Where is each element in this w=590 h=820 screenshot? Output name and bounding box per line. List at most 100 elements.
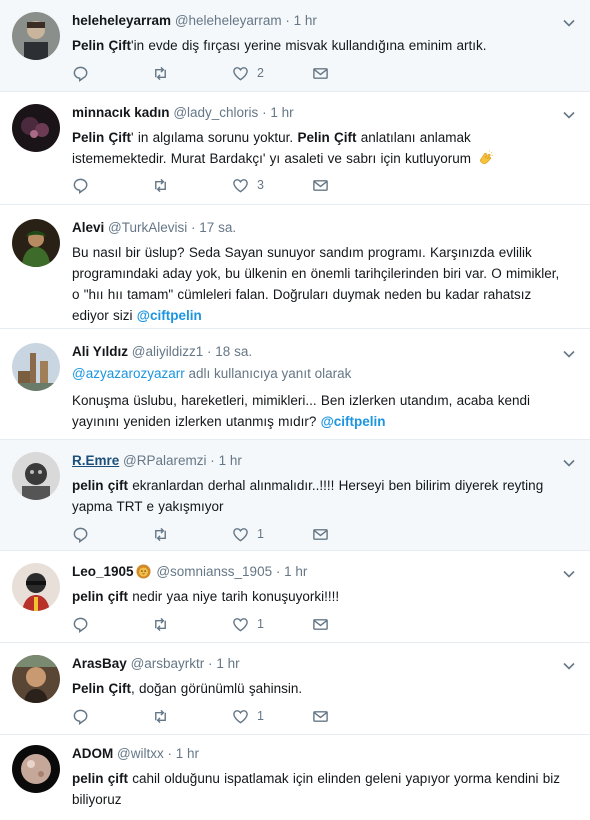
chevron-down-icon[interactable] — [562, 567, 576, 581]
tweet-item[interactable]: Alevi @TurkAlevisi · 17 sa. Bu nasıl bir… — [0, 205, 590, 329]
retweet-button[interactable] — [152, 65, 232, 82]
separator: · — [167, 746, 172, 761]
direct-message-button[interactable] — [312, 708, 392, 725]
user-handle[interactable]: @somnianss_1905 — [156, 564, 272, 579]
timestamp[interactable]: 1 hr — [176, 746, 199, 761]
tweet-item[interactable]: Ali Yıldız @aliyildizz1 · 18 sa. @azyaza… — [0, 329, 590, 440]
text-segment: 'in evde diş fırçası yerine misvak kulla… — [131, 38, 487, 53]
user-handle[interactable]: @lady_chloris — [173, 105, 258, 120]
like-button[interactable]: 2 — [232, 65, 312, 82]
chevron-down-icon[interactable] — [562, 108, 576, 122]
timestamp[interactable]: 1 hr — [216, 656, 239, 671]
tweet-item[interactable]: ADOM @wiltxx · 1 hr pelin çift cahil old… — [0, 735, 590, 820]
like-button[interactable]: 3 — [232, 177, 312, 194]
display-name[interactable]: ADOM — [72, 746, 113, 761]
avatar[interactable] — [12, 563, 60, 611]
tweet-text: pelin çift ekranlardan derhal alınmalıdı… — [72, 475, 560, 517]
reply-icon — [73, 709, 88, 725]
reply-button[interactable] — [72, 177, 152, 194]
user-handle[interactable]: @aliyildizz1 — [132, 344, 203, 359]
timestamp[interactable]: 17 sa. — [199, 220, 236, 235]
user-handle[interactable]: @TurkAlevisi — [108, 220, 187, 235]
timestamp[interactable]: 1 hr — [284, 564, 307, 579]
tweet-item[interactable]: R.Emre @RPalaremzi · 1 hr pelin çift ekr… — [0, 440, 590, 551]
direct-message-button[interactable] — [312, 65, 392, 82]
tweet-header: Leo_1905 @somnianss_1905 · 1 hr — [72, 563, 560, 581]
avatar[interactable] — [12, 745, 60, 793]
tweet-item[interactable]: minnacık kadın @lady_chloris · 1 hr Peli… — [0, 92, 590, 205]
timestamp[interactable]: 18 sa. — [215, 344, 252, 359]
separator: · — [262, 105, 267, 120]
like-count: 2 — [257, 66, 264, 80]
chevron-down-icon[interactable] — [562, 659, 576, 673]
user-handle[interactable]: @arsbayrktr — [131, 656, 205, 671]
mention-link[interactable]: @ciftpelin — [137, 308, 202, 323]
tweet-header: minnacık kadın @lady_chloris · 1 hr — [72, 104, 560, 122]
direct-message-icon — [313, 528, 328, 540]
avatar[interactable] — [12, 655, 60, 703]
separator: · — [207, 344, 212, 359]
like-button[interactable]: 1 — [232, 616, 312, 633]
mention-link[interactable]: @ciftpelin — [321, 414, 386, 429]
display-name[interactable]: ArasBay — [72, 656, 127, 671]
user-handle[interactable]: @RPalaremzi — [123, 453, 206, 468]
direct-message-button[interactable] — [312, 526, 392, 543]
bold-name: pelin çift — [72, 771, 129, 786]
avatar[interactable] — [12, 104, 60, 152]
timestamp[interactable]: 1 hr — [270, 105, 293, 120]
bold-name: Pelin Çift — [72, 681, 132, 696]
clapping-hands-emoji — [480, 150, 494, 164]
display-name[interactable]: Ali Yıldız — [72, 344, 128, 359]
display-name[interactable]: Leo_1905 — [72, 564, 134, 579]
retweet-button[interactable] — [152, 708, 232, 725]
like-icon — [233, 527, 248, 541]
like-button[interactable]: 1 — [232, 526, 312, 543]
chevron-down-icon[interactable] — [562, 456, 576, 470]
retweet-button[interactable] — [152, 177, 232, 194]
avatar[interactable] — [12, 219, 60, 267]
reply-button[interactable] — [72, 65, 152, 82]
chevron-down-icon[interactable] — [562, 16, 576, 30]
user-handle[interactable]: @heleheleyarram — [175, 13, 282, 28]
text-segment: Konuşma üslubu, hareketleri, mimikleri..… — [72, 393, 530, 429]
tweet-actions: 1 — [72, 524, 392, 544]
chevron-down-icon[interactable] — [562, 347, 576, 361]
reply-mention-link[interactable]: @azyazarozyazarr — [72, 366, 185, 381]
tweet-text: Bu nasıl bir üslup? Seda Sayan sunuyor s… — [72, 242, 560, 326]
tweet-item[interactable]: Leo_1905 @somnianss_1905 · 1 hr pelin çi… — [0, 551, 590, 643]
bold-name: Pelin Çift — [72, 130, 132, 145]
reply-button[interactable] — [72, 526, 152, 543]
retweet-button[interactable] — [152, 616, 232, 633]
tweet-header: Ali Yıldız @aliyildizz1 · 18 sa. — [72, 343, 560, 361]
tweet-text: Pelin Çift'in evde diş fırçası yerine mi… — [72, 35, 560, 56]
direct-message-button[interactable] — [312, 177, 392, 194]
tweet-item[interactable]: ArasBay @arsbayrktr · 1 hr Pelin Çift, d… — [0, 643, 590, 735]
direct-message-button[interactable] — [312, 616, 392, 633]
retweet-icon — [155, 66, 166, 80]
tweet-item[interactable]: heleheleyarram @heleheleyarram · 1 hr Pe… — [0, 0, 590, 92]
tweet-actions: 1 — [72, 706, 392, 726]
tweet-feed: heleheleyarram @heleheleyarram · 1 hr Pe… — [0, 0, 590, 820]
timestamp[interactable]: 1 hr — [294, 13, 317, 28]
display-name[interactable]: Alevi — [72, 220, 104, 235]
like-count: 1 — [257, 617, 264, 631]
like-button[interactable]: 1 — [232, 708, 312, 725]
reply-button[interactable] — [72, 708, 152, 725]
lion-emoji — [136, 564, 151, 579]
user-handle[interactable]: @wiltxx — [117, 746, 164, 761]
display-name[interactable]: heleheleyarram — [72, 13, 171, 28]
text-segment: cahil olduğunu ispatlamak için elinden g… — [72, 771, 561, 807]
retweet-button[interactable] — [152, 526, 232, 543]
tweet-header: R.Emre @RPalaremzi · 1 hr — [72, 452, 560, 470]
display-name[interactable]: R.Emre — [72, 453, 119, 468]
tweet-text: pelin çift cahil olduğunu ispatlamak içi… — [72, 768, 560, 810]
reply-button[interactable] — [72, 616, 152, 633]
tweet-text: Pelin Çift, doğan görünümlü şahinsin. — [72, 678, 560, 699]
timestamp[interactable]: 1 hr — [219, 453, 242, 468]
like-count: 3 — [257, 178, 264, 192]
avatar[interactable] — [12, 343, 60, 391]
avatar[interactable] — [12, 12, 60, 60]
display-name[interactable]: minnacık kadın — [72, 105, 170, 120]
avatar[interactable] — [12, 452, 60, 500]
separator: · — [208, 656, 213, 671]
